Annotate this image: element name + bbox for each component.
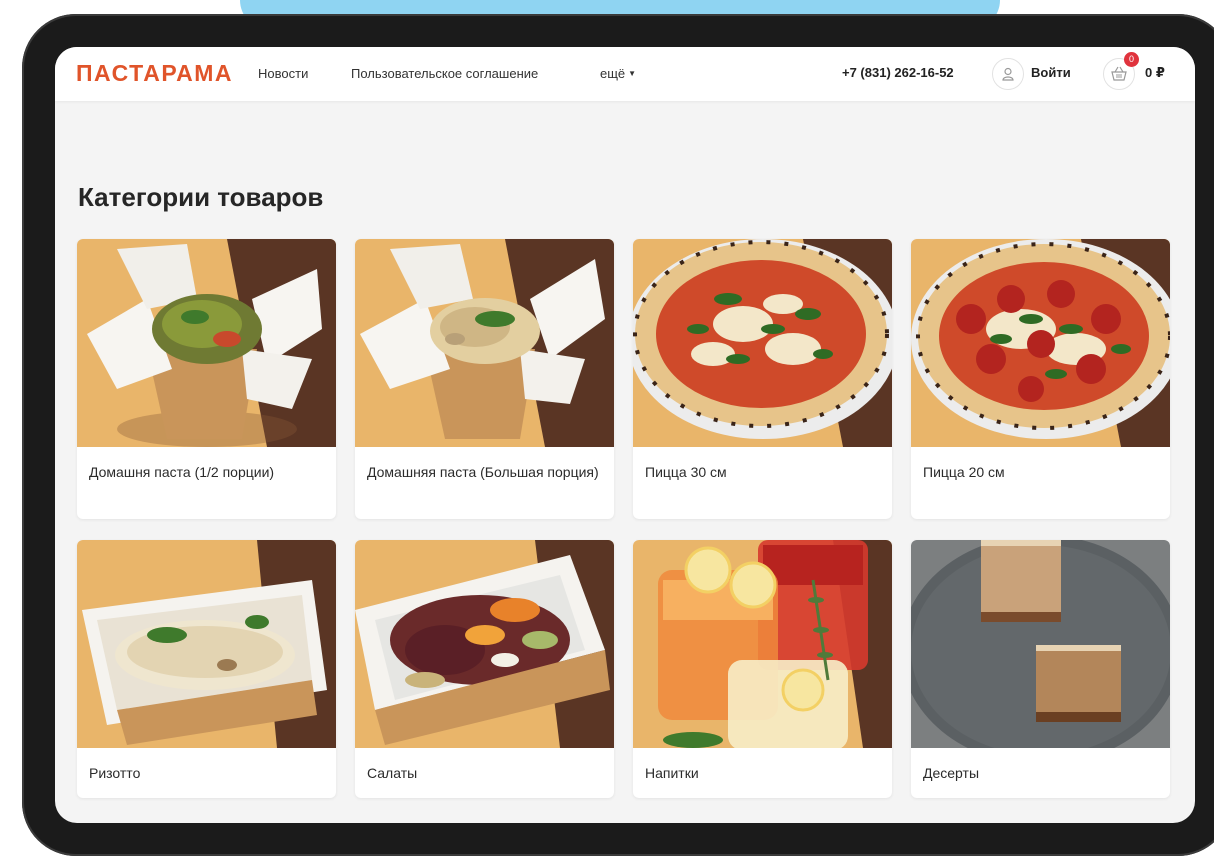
category-card[interactable]: Пицца 20 см [911,239,1170,519]
nav-more-dropdown[interactable]: ещё ▼ [600,66,636,81]
category-card[interactable]: Ризотто [77,540,336,798]
category-card[interactable]: Домашня паста (1/2 порции) [77,239,336,519]
page: ПАСТАРАМА Новости Пользовательское согла… [0,0,1214,856]
category-card[interactable]: Салаты [355,540,614,798]
category-label: Домашняя паста (Большая порция) [367,464,599,480]
category-image [911,540,1170,748]
category-label: Пицца 30 см [645,464,727,480]
site-logo[interactable]: ПАСТАРАМА [76,60,233,87]
category-label: Домашня паста (1/2 порции) [89,464,275,480]
cart-total[interactable]: 0 ₽ [1145,65,1165,81]
category-image [633,540,892,748]
login-link[interactable]: Войти [1031,65,1071,80]
category-label: Десерты [923,765,980,781]
nav-link-news[interactable]: Новости [258,66,308,81]
category-label: Ризотто [89,765,141,781]
category-image [355,540,614,748]
page-title: Категории товаров [78,182,324,212]
category-image [911,239,1170,447]
caret-down-icon: ▼ [628,69,637,78]
category-image [633,239,892,447]
basket-icon [1111,66,1127,81]
nav-link-agreement[interactable]: Пользовательское соглашение [351,66,538,81]
category-card[interactable]: Десерты [911,540,1170,798]
category-card[interactable]: Напитки [633,540,892,798]
category-label: Пицца 20 см [923,464,1005,480]
nav-more-label: ещё [600,66,626,81]
cart-count-badge: 0 [1124,52,1139,67]
category-card[interactable]: Пицца 30 см [633,239,892,519]
top-navbar: ПАСТАРАМА Новости Пользовательское согла… [55,47,1195,101]
category-card[interactable]: Домашняя паста (Большая порция) [355,239,614,519]
app-screen: ПАСТАРАМА Новости Пользовательское согла… [55,47,1195,823]
user-icon [1002,67,1014,81]
category-image [355,239,614,447]
category-image [77,239,336,447]
user-button[interactable] [992,58,1024,90]
category-label: Салаты [367,765,418,781]
phone-number[interactable]: +7 (831) 262-16-52 [842,65,954,80]
category-label: Напитки [645,765,699,781]
category-image [77,540,336,748]
